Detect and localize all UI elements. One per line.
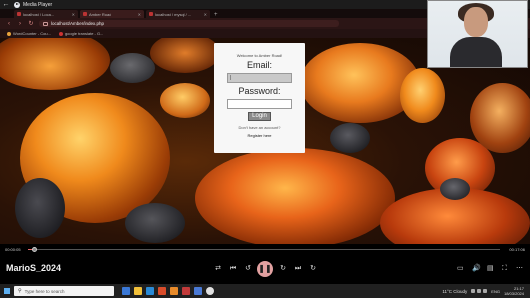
search-icon: ⚲ xyxy=(18,288,22,294)
input-language[interactable]: ENG xyxy=(491,289,500,294)
rewind-10-icon[interactable]: ↺ xyxy=(242,263,254,275)
repeat-off-icon[interactable]: ↻ xyxy=(307,263,319,275)
background-stone xyxy=(195,148,395,244)
email-field[interactable] xyxy=(227,73,292,83)
background-stone xyxy=(125,203,185,243)
windows-logo-icon xyxy=(4,288,10,294)
tab-label: localhost / mysql / ... xyxy=(155,11,192,17)
forward-30-icon[interactable]: ↻ xyxy=(277,263,289,275)
cast-icon[interactable]: ▤ xyxy=(487,263,494,275)
media-player-window-title: Media Player xyxy=(23,1,53,8)
tab-amber-road[interactable]: Amber Road ✕ xyxy=(80,10,144,18)
file-explorer-icon[interactable] xyxy=(134,287,142,295)
taskbar-pinned-apps xyxy=(122,287,214,295)
bookmark-google-translate[interactable]: google translate - G... xyxy=(58,31,104,36)
welcome-text: Welcome to Amber Road! xyxy=(236,53,283,58)
login-card: Welcome to Amber Road! Email: Password: … xyxy=(214,43,305,153)
tab-favicon-icon xyxy=(83,12,87,16)
background-stone xyxy=(0,38,110,90)
new-tab-icon[interactable]: + xyxy=(212,12,220,18)
edge-icon[interactable] xyxy=(146,287,154,295)
media-player-icon[interactable] xyxy=(206,287,214,295)
opera-icon[interactable] xyxy=(182,287,190,295)
fullscreen-icon[interactable]: ⛶ xyxy=(502,263,507,275)
webcam-overlay xyxy=(427,0,528,68)
clock-date: 18/03/2024 xyxy=(503,291,524,296)
elapsed-time: 00:00:05 xyxy=(5,247,21,252)
taskbar-search[interactable]: ⚲ Type here to search xyxy=(14,286,114,296)
background-stone xyxy=(400,68,445,123)
tab-localhost[interactable]: localhost / Loca... ✕ xyxy=(14,10,78,18)
back-arrow-icon[interactable]: ← xyxy=(0,0,12,9)
tab-close-icon[interactable]: ✕ xyxy=(72,12,75,17)
task-view-icon[interactable] xyxy=(122,287,130,295)
tab-label: Amber Road xyxy=(89,11,112,17)
bookmark-label: WordCounter - Cou... xyxy=(13,31,51,36)
background-stone xyxy=(160,83,210,118)
start-button[interactable] xyxy=(0,284,14,298)
reload-icon[interactable]: ↻ xyxy=(28,20,34,27)
back-icon[interactable]: ‹ xyxy=(6,21,12,27)
media-player-app-icon xyxy=(14,1,20,8)
search-placeholder: Type here to search xyxy=(24,288,65,294)
tab-close-icon[interactable]: ✕ xyxy=(204,12,207,17)
address-bar[interactable]: localhost/Amber/index.php xyxy=(39,20,339,27)
webcam-person-body xyxy=(450,37,502,67)
register-link[interactable]: Register here xyxy=(214,133,305,138)
bookmark-label: google translate - G... xyxy=(64,31,104,36)
tab-close-icon[interactable]: ✕ xyxy=(138,12,141,17)
bookmark-favicon-icon xyxy=(7,31,11,36)
system-tray: 11°C Cloudy ENG 21:17 18/03/2024 xyxy=(442,286,530,296)
taskbar: ⚲ Type here to search 11°C Cloudy ENG 21… xyxy=(0,284,530,298)
background-stone xyxy=(470,83,530,153)
seek-bar[interactable] xyxy=(28,247,500,252)
pause-button[interactable]: ❚❚ xyxy=(257,261,273,277)
webcam-person-face xyxy=(464,7,488,37)
network-icon[interactable] xyxy=(477,289,482,293)
speaker-icon[interactable] xyxy=(483,289,488,293)
more-options-icon[interactable]: ⋯ xyxy=(516,263,523,275)
tab-mysql[interactable]: localhost / mysql / ... ✕ xyxy=(146,10,210,18)
media-player-controls: 00:00:05 00:17:06 MarioS_2024 ⇄ ⏮ ↺ ❚❚ ↻… xyxy=(0,244,530,284)
seek-handle[interactable] xyxy=(31,247,37,252)
password-field[interactable] xyxy=(227,99,292,109)
site-info-icon[interactable] xyxy=(43,21,48,26)
firefox-icon[interactable] xyxy=(170,287,178,295)
background-stone xyxy=(150,38,220,73)
no-account-text: Don't have an account? xyxy=(238,125,281,130)
chevron-up-icon[interactable] xyxy=(471,289,476,293)
background-stone xyxy=(440,178,470,200)
clock[interactable]: 21:17 18/03/2024 xyxy=(504,286,524,296)
tab-favicon-icon xyxy=(149,12,153,16)
bookmark-wordcounter[interactable]: WordCounter - Cou... xyxy=(7,31,51,36)
background-stone xyxy=(110,53,155,83)
tab-label: localhost / Loca... xyxy=(23,11,55,17)
next-icon[interactable]: ⏭ xyxy=(292,263,304,275)
store-icon[interactable] xyxy=(194,287,202,295)
login-button[interactable]: Login xyxy=(248,112,271,121)
previous-icon[interactable]: ⏮ xyxy=(227,263,239,275)
office-icon[interactable] xyxy=(158,287,166,295)
url-text: localhost/Amber/index.php xyxy=(51,21,105,26)
background-stone xyxy=(330,123,370,153)
password-label: Password: xyxy=(238,86,281,96)
weather-widget[interactable]: 11°C Cloudy xyxy=(442,289,467,294)
tab-favicon-icon xyxy=(17,12,21,16)
background-stone xyxy=(15,178,65,238)
forward-icon[interactable]: › xyxy=(17,21,23,27)
shuffle-icon[interactable]: ⇄ xyxy=(212,263,224,275)
tray-icons xyxy=(471,289,488,293)
total-time: 00:17:06 xyxy=(509,247,525,252)
bookmark-favicon-icon xyxy=(58,31,63,36)
now-playing-title: MarioS_2024 xyxy=(6,263,62,273)
email-label: Email: xyxy=(246,60,272,70)
volume-icon[interactable]: 🔊 xyxy=(472,263,481,275)
miniplayer-icon[interactable]: ▭ xyxy=(457,263,464,275)
screen: ← Media Player localhost / Loca... ✕ Amb… xyxy=(0,0,530,298)
